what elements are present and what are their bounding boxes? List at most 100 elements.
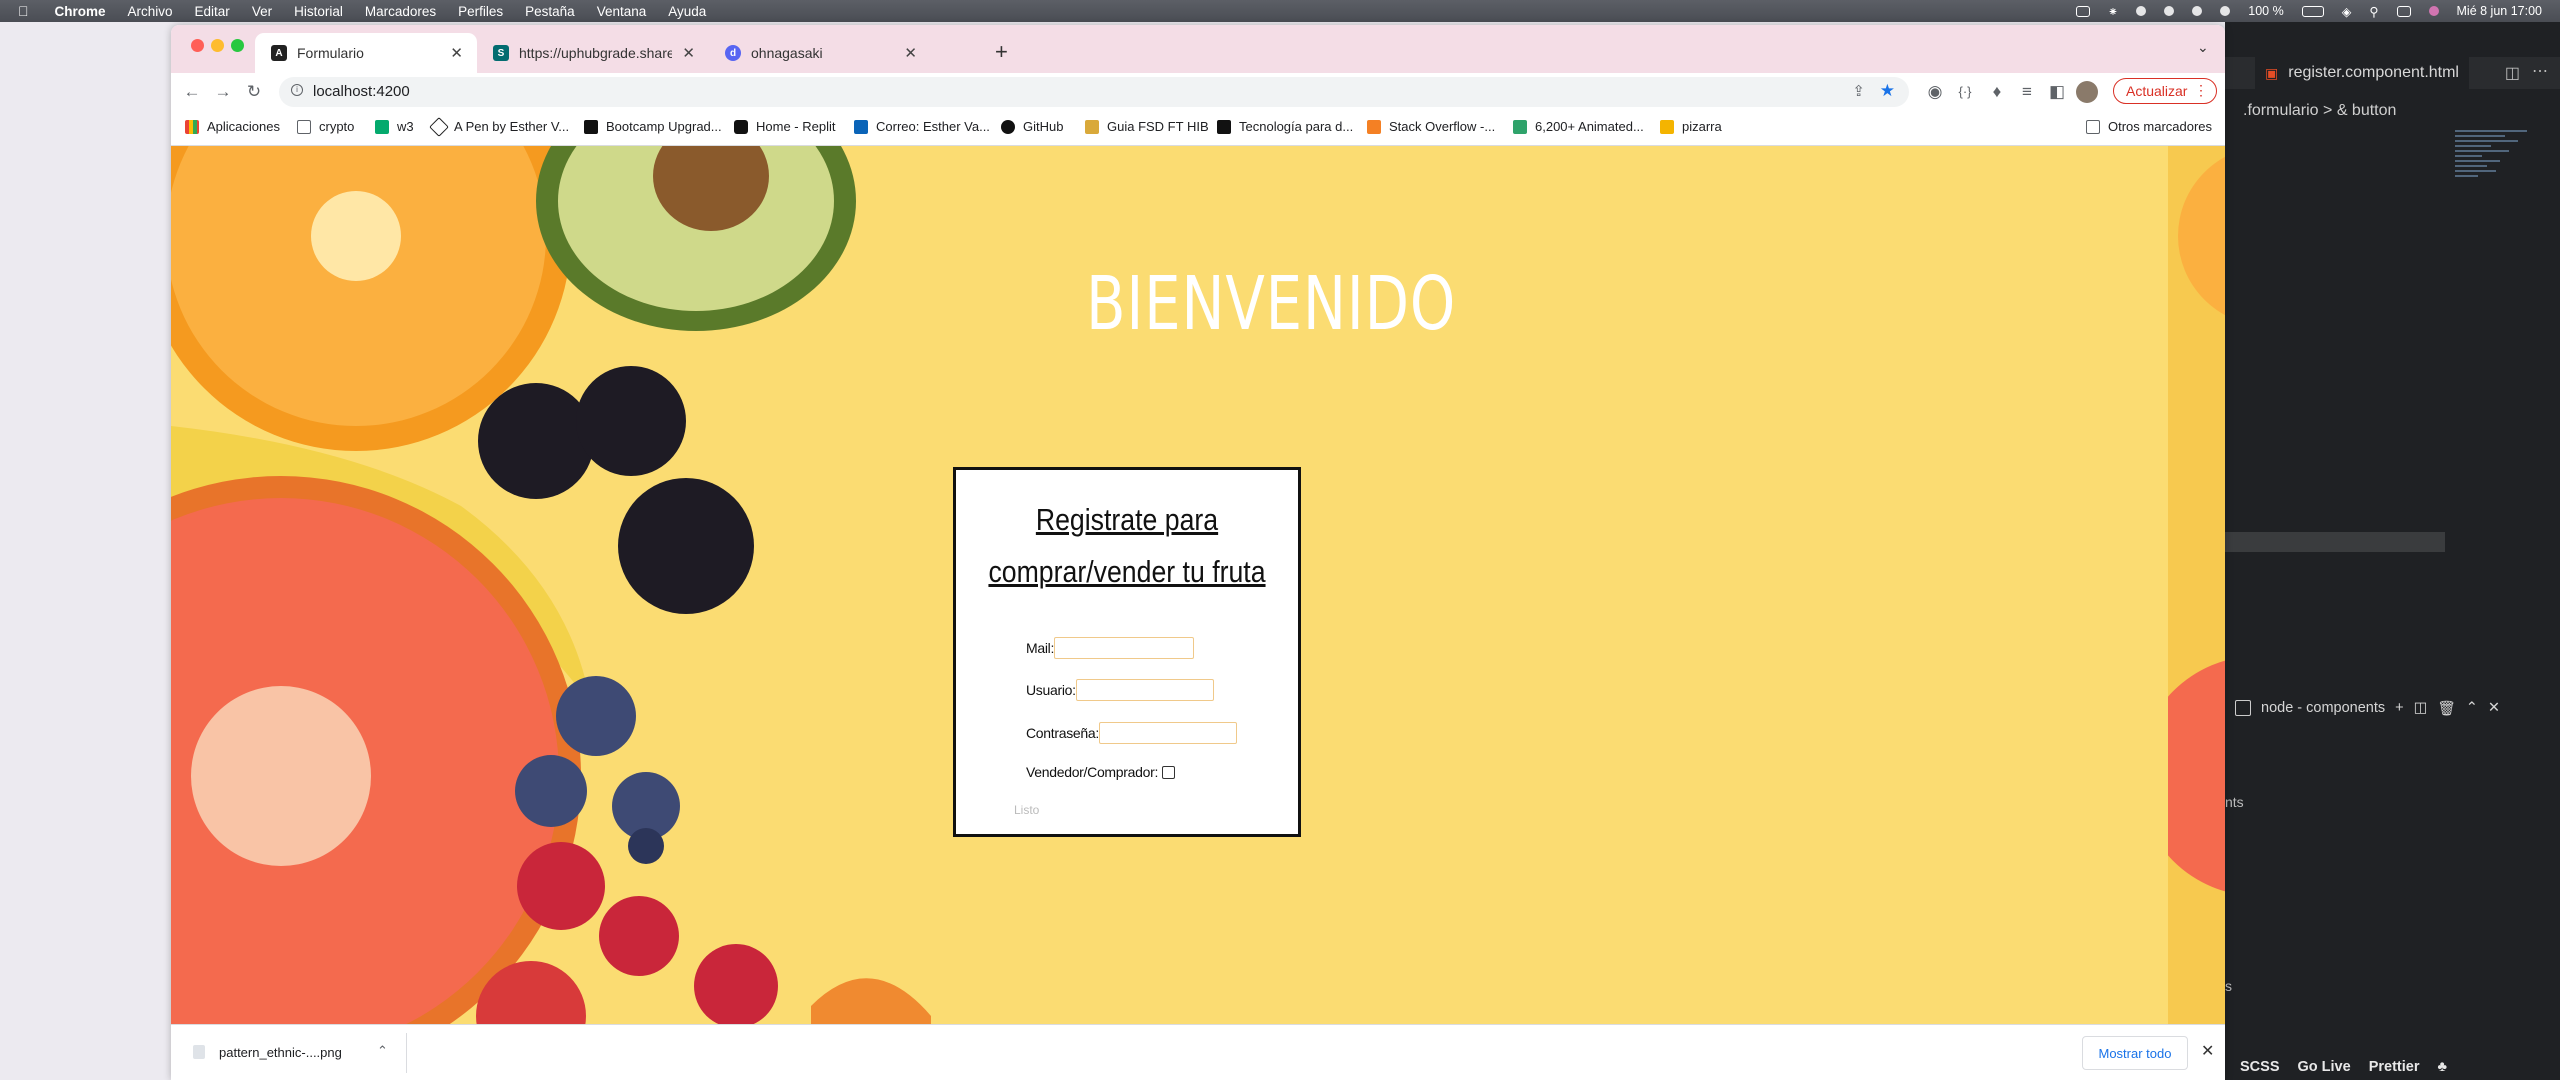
bookmark-pizarra[interactable]: pizarra: [1660, 119, 1722, 134]
bookmark-outlook[interactable]: Correo: Esther Va...: [854, 119, 990, 134]
guide-icon: [1085, 119, 1099, 134]
github-icon: [1001, 119, 1015, 134]
cloud-icon[interactable]: [2220, 6, 2231, 16]
menu-editar[interactable]: Editar: [195, 4, 230, 19]
user-row: Usuario:: [1026, 679, 1214, 701]
close-tab-icon[interactable]: ✕: [682, 44, 695, 62]
bookmark-bootcamp[interactable]: Bootcamp Upgrad...: [584, 119, 722, 134]
menu-app-chrome[interactable]: Chrome: [55, 4, 106, 19]
back-icon[interactable]: ←: [183, 83, 201, 101]
user-label: Usuario:: [1026, 682, 1076, 698]
editor-breadcrumb[interactable]: .formulario > & button: [2243, 102, 2396, 120]
bell-icon[interactable]: ♣: [2437, 1059, 2447, 1075]
role-checkbox[interactable]: [1162, 765, 1176, 779]
reading-list-icon[interactable]: ≡: [2018, 83, 2036, 101]
menu-pestana[interactable]: Pestaña: [525, 4, 575, 19]
forward-icon[interactable]: →: [214, 83, 232, 101]
close-tab-icon[interactable]: ✕: [904, 44, 917, 62]
bookmark-crypto[interactable]: crypto: [297, 119, 354, 134]
close-tab-icon[interactable]: ✕: [450, 44, 463, 62]
menu-marcadores[interactable]: Marcadores: [365, 4, 436, 19]
profile-avatar[interactable]: [2076, 81, 2098, 103]
bookmark-star-icon[interactable]: ★: [1880, 81, 1895, 101]
siri-icon[interactable]: [2428, 6, 2439, 16]
tab-sharepoint[interactable]: S https://uphubgrade.sharepoint... ✕: [477, 33, 709, 73]
extension-code-icon[interactable]: {·}: [1956, 83, 1974, 101]
bookmark-label: pizarra: [1682, 119, 1722, 134]
status-go-live[interactable]: Go Live: [2298, 1059, 2351, 1075]
form-title-line-1: Registrate para: [1035, 502, 1219, 537]
close-downloads-icon[interactable]: ✕: [2201, 1041, 2214, 1061]
apple-icon[interactable]: : [18, 3, 29, 19]
show-all-downloads-button[interactable]: Mostrar todo: [2082, 1036, 2188, 1070]
user-input[interactable]: [1075, 679, 1214, 701]
close-panel-icon[interactable]: ✕: [2488, 700, 2500, 716]
play-icon[interactable]: [2164, 6, 2175, 16]
menu-historial[interactable]: Historial: [294, 4, 343, 19]
menu-perfiles[interactable]: Perfiles: [458, 4, 503, 19]
accessibility-icon[interactable]: [2192, 6, 2203, 16]
share-icon[interactable]: ⇪: [1852, 82, 1865, 100]
spotlight-search-icon[interactable]: ⚲: [2369, 4, 2378, 19]
bookmark-tecnologia[interactable]: Tecnología para d...: [1217, 119, 1353, 134]
focus-icon[interactable]: [2136, 6, 2147, 16]
extension-mic-icon[interactable]: ◉: [1926, 83, 1944, 101]
password-input[interactable]: [1098, 722, 1237, 744]
terminal-title[interactable]: node - components: [2261, 700, 2385, 716]
download-filename[interactable]: pattern_ethnic-....png: [219, 1045, 342, 1060]
tab-search-icon[interactable]: ⌄: [2197, 39, 2209, 56]
site-info-icon[interactable]: i: [291, 84, 303, 96]
update-button[interactable]: Actualizar ⋮: [2113, 78, 2217, 104]
bookmark-replit[interactable]: Home - Replit: [734, 119, 835, 134]
download-options-icon[interactable]: ⌃: [377, 1043, 388, 1059]
terminal-header: node - components + ◫ 🗑 ⌃ ✕: [2225, 690, 2560, 726]
split-terminal-icon[interactable]: ◫: [2414, 700, 2428, 716]
menu-ventana[interactable]: Ventana: [597, 4, 647, 19]
submit-button[interactable]: Listo: [1014, 803, 1039, 817]
new-tab-button[interactable]: +: [995, 39, 1008, 65]
menubar-clock[interactable]: Mié 8 jun 17:00: [2457, 4, 2542, 18]
bookmark-github[interactable]: GitHub: [1001, 119, 1063, 134]
add-terminal-icon[interactable]: +: [2395, 700, 2403, 716]
extensions-puzzle-icon[interactable]: ♦: [1988, 83, 2006, 101]
screen-record-icon[interactable]: [2075, 5, 2090, 17]
apps-grid-icon: [185, 119, 199, 134]
tab-ohnagasaki[interactable]: d ohnagasaki ✕: [709, 33, 931, 73]
more-actions-icon[interactable]: ⋯: [2532, 61, 2548, 81]
sharepoint-icon: S: [493, 45, 509, 61]
menu-ayuda[interactable]: Ayuda: [668, 4, 706, 19]
status-prettier[interactable]: Prettier: [2369, 1059, 2420, 1075]
angular-icon: A: [271, 45, 287, 61]
tab-formulario[interactable]: A Formulario ✕: [255, 33, 477, 73]
status-language[interactable]: SCSS: [2240, 1059, 2280, 1075]
trash-icon[interactable]: 🗑: [2437, 700, 2455, 717]
reload-icon[interactable]: ↻: [245, 83, 263, 101]
battery-icon[interactable]: [2301, 5, 2324, 17]
editor-tab-register-html[interactable]: ▣ register.component.html: [2255, 57, 2469, 89]
bookmark-others[interactable]: Otros marcadores: [2086, 119, 2212, 134]
bookmark-w3[interactable]: w3: [375, 119, 414, 134]
tab-title: ohnagasaki: [751, 45, 823, 61]
menu-ver[interactable]: Ver: [252, 4, 272, 19]
show-all-label: Mostrar todo: [2098, 1045, 2172, 1061]
address-bar[interactable]: i localhost:4200 ⇪ ★: [279, 77, 1909, 107]
bluetooth-icon[interactable]: ⁕: [2108, 4, 2118, 19]
mail-input[interactable]: [1054, 637, 1195, 659]
editor-minimap[interactable]: [2455, 127, 2545, 247]
password-row: Contraseña:: [1026, 722, 1237, 744]
downloads-bar: pattern_ethnic-....png ⌃ Mostrar todo ✕: [171, 1024, 2225, 1080]
maximize-panel-icon[interactable]: ⌃: [2466, 700, 2478, 716]
bookmark-animated[interactable]: 6,200+ Animated...: [1513, 119, 1644, 134]
menu-archivo[interactable]: Archivo: [128, 4, 173, 19]
close-window-button[interactable]: [191, 39, 204, 52]
side-panel-icon[interactable]: ◧: [2048, 83, 2066, 101]
bookmark-codepen[interactable]: A Pen by Esther V...: [429, 116, 569, 137]
bookmark-guia-fsd[interactable]: Guia FSD FT HIB: [1085, 119, 1209, 134]
bookmark-apps[interactable]: Aplicaciones: [185, 119, 280, 134]
control-center-icon[interactable]: [2396, 5, 2411, 17]
split-editor-icon[interactable]: ◫: [2505, 63, 2520, 83]
wifi-icon[interactable]: ◈: [2342, 4, 2352, 19]
minimize-window-button[interactable]: [211, 39, 224, 52]
bookmark-stackoverflow[interactable]: Stack Overflow -...: [1367, 119, 1495, 134]
maximize-window-button[interactable]: [231, 39, 244, 52]
